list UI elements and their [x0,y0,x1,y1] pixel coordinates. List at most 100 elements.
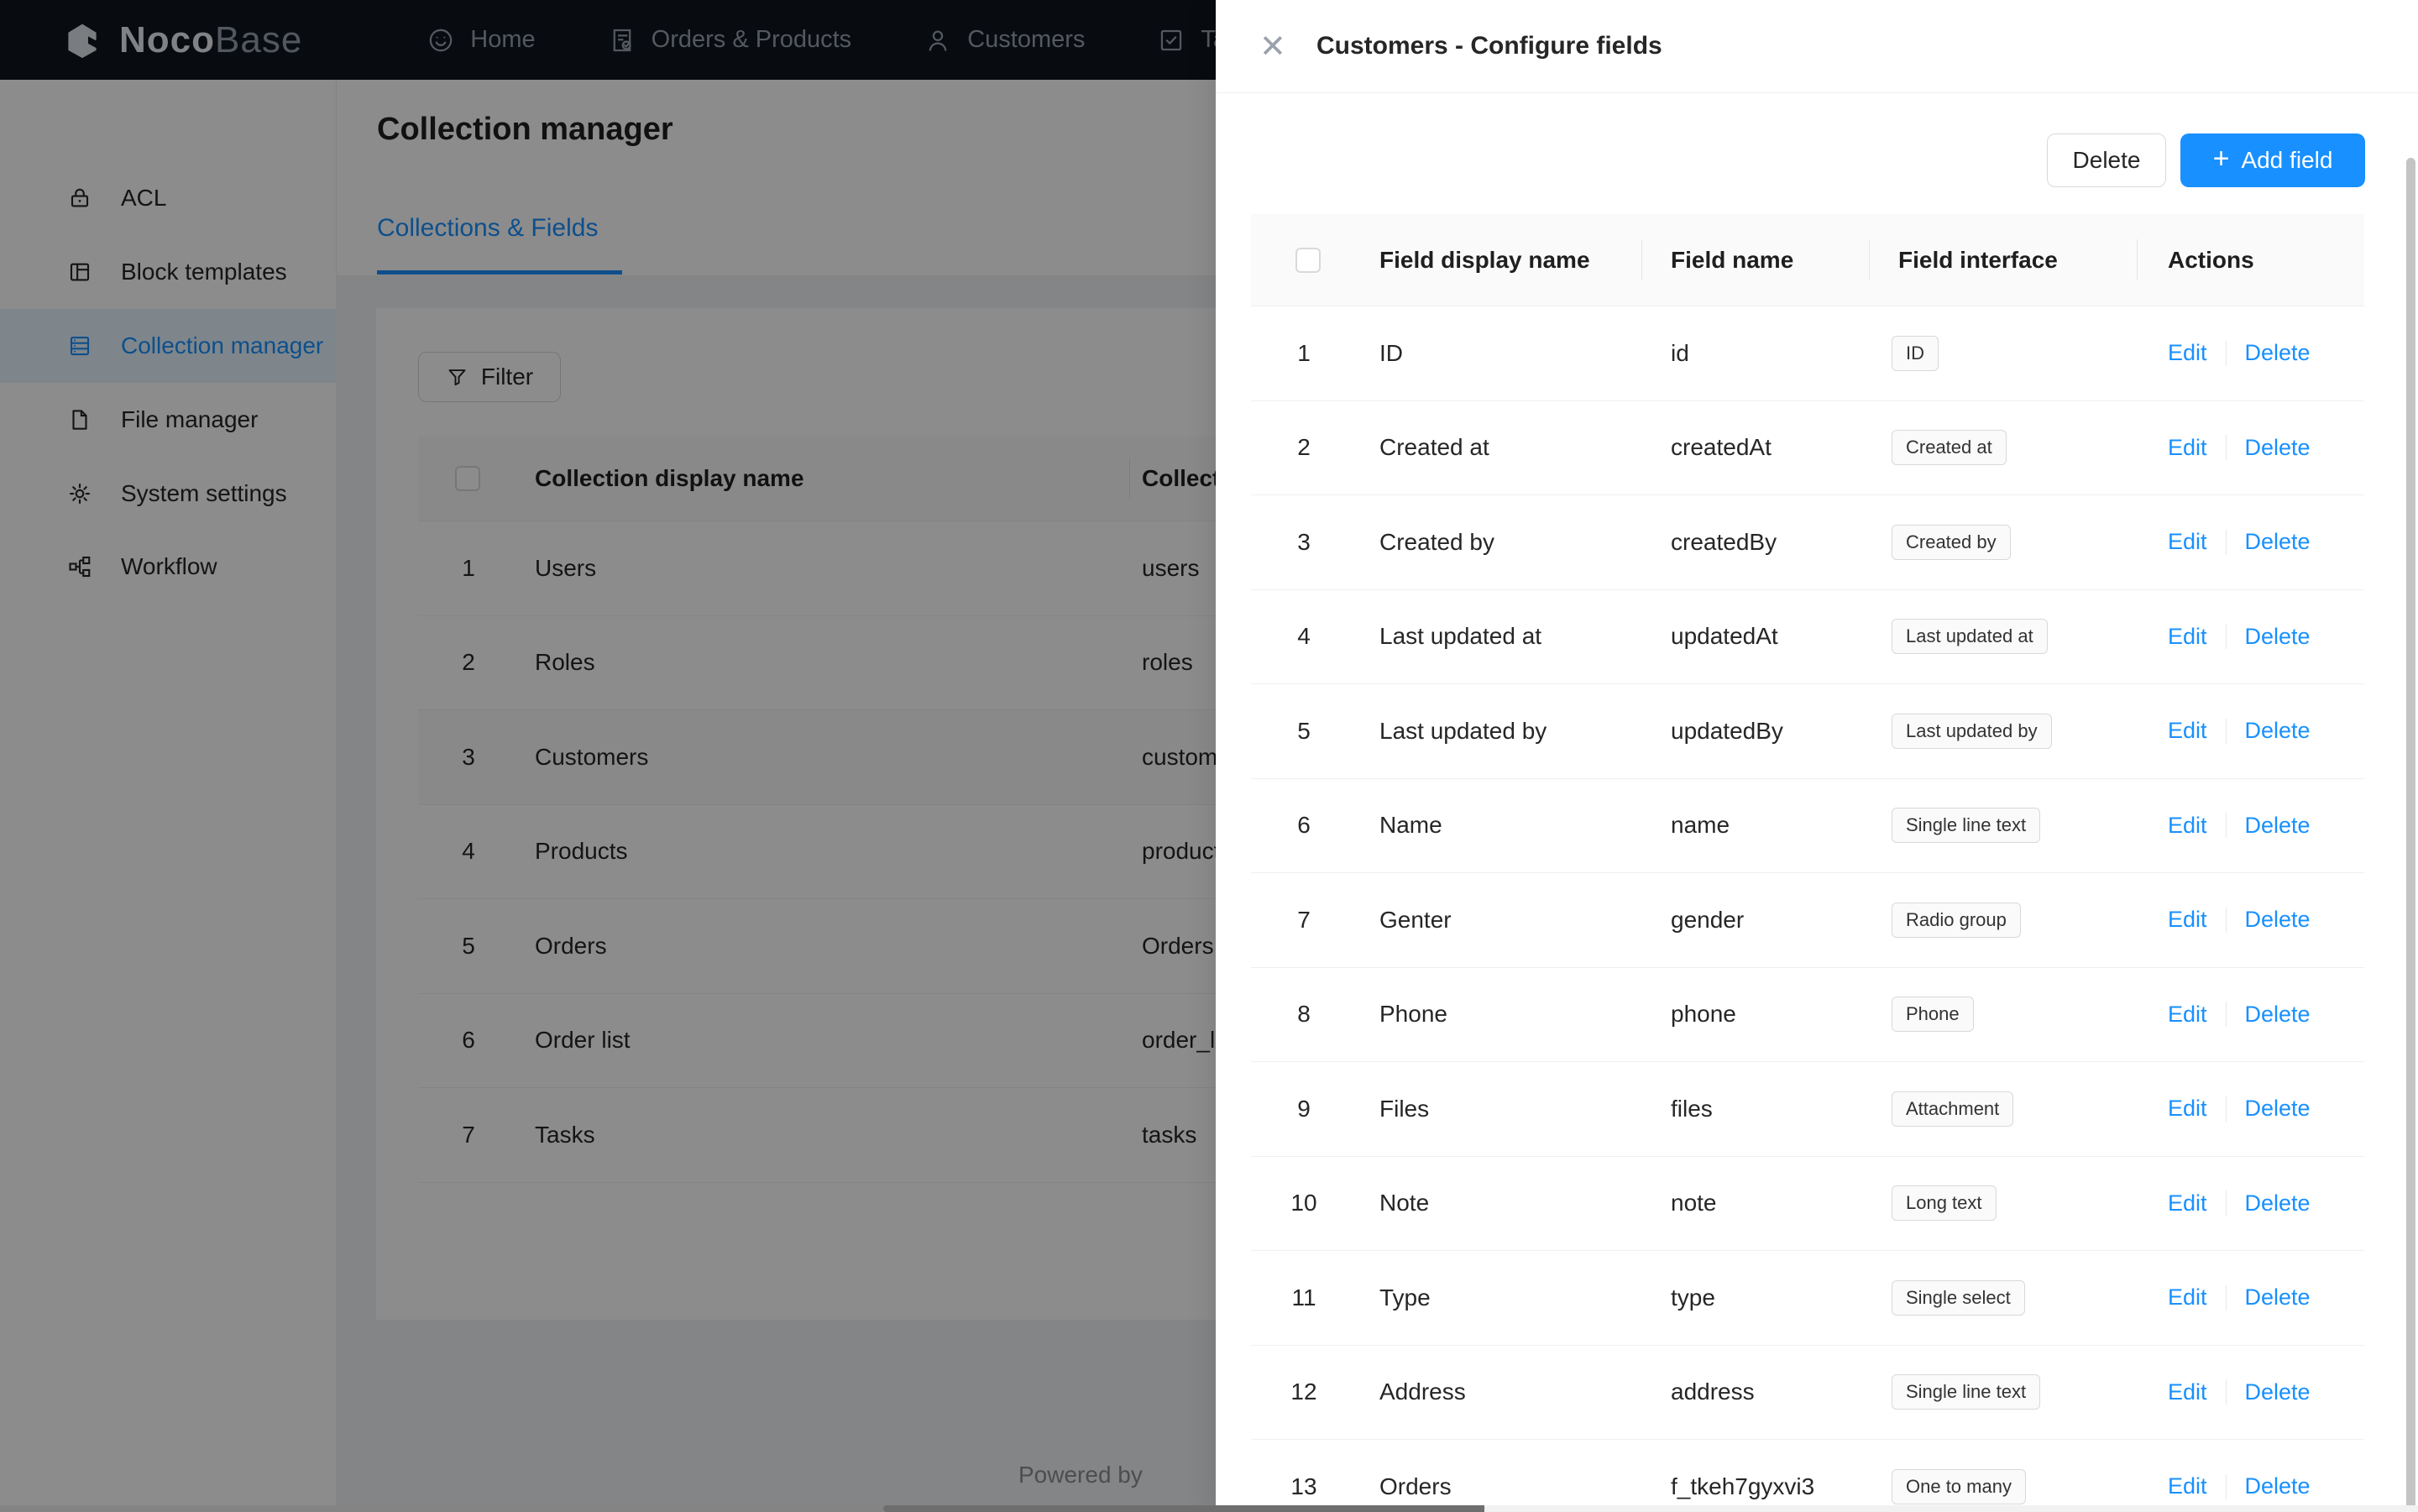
field-interface-cell: One to many [1892,1440,2026,1512]
edit-link[interactable]: Edit [2168,1284,2207,1311]
delete-link[interactable]: Delete [2245,813,2311,839]
actions-cell: Edit Delete [2168,1251,2311,1345]
edit-link[interactable]: Edit [2168,624,2207,650]
field-interface-tag: Long text [1892,1185,1997,1221]
row-index: 2 [1279,401,1329,495]
field-display-name-cell: Last updated at [1379,590,1541,684]
row-index: 5 [1279,684,1329,778]
row-index: 9 [1279,1062,1329,1156]
drawer-scrollbar-thumb[interactable] [2406,158,2415,1512]
edit-link[interactable]: Edit [2168,1096,2207,1122]
edit-link[interactable]: Edit [2168,1473,2207,1499]
field-display-name-cell: Created by [1379,495,1494,589]
edit-link[interactable]: Edit [2168,718,2207,744]
column-header-field-interface[interactable]: Field interface [1898,214,2058,306]
field-interface-tag: One to many [1892,1469,2026,1504]
field-interface-cell: Single line text [1892,779,2040,873]
delete-link[interactable]: Delete [2245,1190,2311,1216]
delete-button[interactable]: Delete [2047,133,2166,187]
action-divider [2226,1096,2227,1122]
add-field-button-label: Add field [2241,147,2332,174]
horizontal-scrollbar-thumb[interactable] [883,1505,1484,1512]
table-row[interactable]: 10 Note note Long text Edit Delete [1251,1157,2364,1252]
field-display-name-cell: Type [1379,1251,1431,1345]
table-row[interactable]: 12 Address address Single line text Edit… [1251,1346,2364,1441]
row-index: 4 [1279,590,1329,684]
close-icon[interactable]: ✕ [1259,0,1286,92]
column-header-field-display-name[interactable]: Field display name [1379,214,1590,306]
column-header-actions[interactable]: Actions [2168,214,2254,306]
delete-link[interactable]: Delete [2245,907,2311,933]
field-interface-tag: Attachment [1892,1091,2013,1127]
actions-cell: Edit Delete [2168,779,2311,873]
field-name-cell: createdAt [1671,401,1772,495]
row-index: 13 [1279,1440,1329,1512]
table-row[interactable]: 5 Last updated by updatedBy Last updated… [1251,684,2364,779]
table-row[interactable]: 3 Created by createdBy Created by Edit D… [1251,495,2364,590]
field-name-cell: createdBy [1671,495,1777,589]
horizontal-scrollbar-track[interactable] [0,1505,883,1512]
action-divider [2226,1474,2227,1499]
field-interface-tag: Last updated at [1892,619,2048,654]
drawer-header: ✕ Customers - Configure fields [1216,0,2418,93]
actions-cell: Edit Delete [2168,401,2311,495]
edit-link[interactable]: Edit [2168,813,2207,839]
field-name-cell: updatedBy [1671,684,1783,778]
field-interface-cell: Single select [1892,1251,2025,1345]
field-display-name-cell: Phone [1379,968,1447,1062]
field-name-cell: phone [1671,968,1736,1062]
select-all-checkbox[interactable] [1295,248,1321,273]
delete-link[interactable]: Delete [2245,1379,2311,1405]
configure-fields-drawer: ✕ Customers - Configure fields Delete + … [1216,0,2418,1512]
field-display-name-cell: Note [1379,1157,1429,1251]
add-field-button[interactable]: + Add field [2180,133,2365,187]
edit-link[interactable]: Edit [2168,529,2207,555]
delete-link[interactable]: Delete [2245,1473,2311,1499]
table-row[interactable]: 1 ID id ID Edit Delete [1251,306,2364,401]
edit-link[interactable]: Edit [2168,1379,2207,1405]
table-row[interactable]: 7 Genter gender Radio group Edit Delete [1251,873,2364,968]
delete-link[interactable]: Delete [2245,529,2311,555]
delete-link[interactable]: Delete [2245,624,2311,650]
edit-link[interactable]: Edit [2168,340,2207,366]
fields-table-body: 1 ID id ID Edit Delete 2 Created at crea… [1251,306,2364,1512]
action-divider [2226,719,2227,744]
delete-link[interactable]: Delete [2245,340,2311,366]
field-interface-cell: Single line text [1892,1346,2040,1440]
edit-link[interactable]: Edit [2168,1190,2207,1216]
table-row[interactable]: 8 Phone phone Phone Edit Delete [1251,968,2364,1063]
edit-link[interactable]: Edit [2168,1002,2207,1028]
field-name-cell: f_tkeh7gyxvi3 [1671,1440,1814,1512]
edit-link[interactable]: Edit [2168,435,2207,461]
table-row[interactable]: 6 Name name Single line text Edit Delete [1251,779,2364,874]
horizontal-scrollbar-track[interactable] [1484,1505,2418,1512]
field-name-cell: updatedAt [1671,590,1778,684]
table-row[interactable]: 4 Last updated at updatedAt Last updated… [1251,590,2364,685]
delete-link[interactable]: Delete [2245,1002,2311,1028]
delete-link[interactable]: Delete [2245,718,2311,744]
delete-link[interactable]: Delete [2245,435,2311,461]
delete-link[interactable]: Delete [2245,1096,2311,1122]
column-header-field-name[interactable]: Field name [1671,214,1793,306]
action-divider [2226,624,2227,649]
table-row[interactable]: 13 Orders f_tkeh7gyxvi3 One to many Edit… [1251,1440,2364,1512]
field-interface-cell: Long text [1892,1157,1997,1251]
column-separator [1869,239,1870,280]
action-divider [2226,908,2227,933]
actions-cell: Edit Delete [2168,1440,2311,1512]
action-divider [2226,341,2227,366]
edit-link[interactable]: Edit [2168,907,2207,933]
row-index: 6 [1279,779,1329,873]
field-interface-tag: Phone [1892,997,1974,1032]
row-index: 3 [1279,495,1329,589]
table-row[interactable]: 11 Type type Single select Edit Delete [1251,1251,2364,1346]
row-index: 12 [1279,1346,1329,1440]
field-interface-tag: Single line text [1892,1374,2040,1410]
field-interface-cell: Phone [1892,968,1974,1062]
table-row[interactable]: 9 Files files Attachment Edit Delete [1251,1062,2364,1157]
field-interface-tag: ID [1892,336,1939,371]
actions-cell: Edit Delete [2168,1157,2311,1251]
table-row[interactable]: 2 Created at createdAt Created at Edit D… [1251,401,2364,496]
field-interface-cell: Created at [1892,401,2007,495]
delete-link[interactable]: Delete [2245,1284,2311,1311]
